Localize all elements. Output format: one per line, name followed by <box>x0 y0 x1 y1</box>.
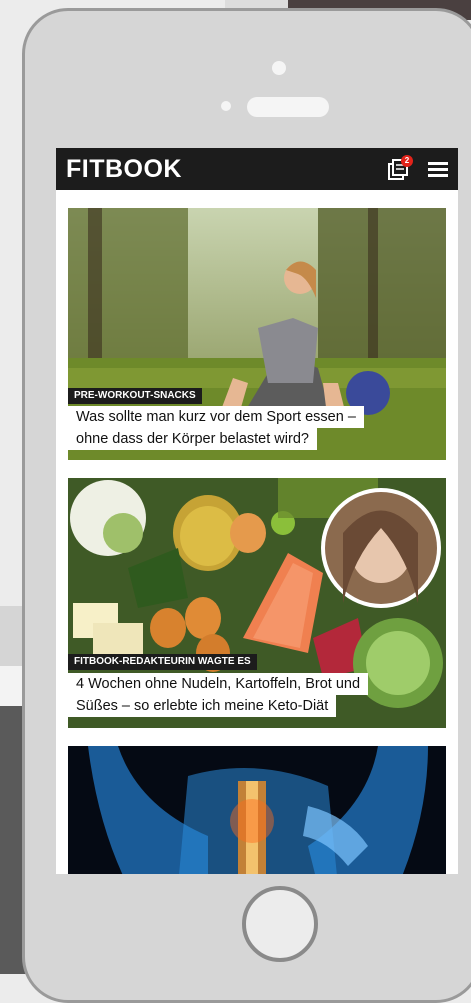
phone-screen: FITBOOK 2 PRE-WORKOUT-SNACKS Was sollte … <box>56 148 458 874</box>
article-card[interactable]: PRE-WORKOUT-SNACKS Was sollte man kurz v… <box>68 208 446 460</box>
notification-badge: 2 <box>401 155 413 167</box>
article-headline-line[interactable]: 4 Wochen ohne Nudeln, Kartoffeln, Brot u… <box>68 673 369 695</box>
app-header: FITBOOK 2 <box>56 148 458 190</box>
article-headline-line[interactable]: ohne dass der Körper belastet wird? <box>68 428 317 450</box>
front-sensor <box>272 61 286 75</box>
article-kicker: PRE-WORKOUT-SNACKS <box>68 388 202 404</box>
front-camera <box>221 101 231 111</box>
article-headline-line[interactable]: Süßes – so erlebte ich meine Keto-Diät <box>68 695 337 717</box>
fitbook-logo[interactable]: FITBOOK <box>66 155 182 184</box>
article-headline-line[interactable]: Was sollte man kurz vor dem Sport essen … <box>68 406 364 428</box>
article-card[interactable] <box>68 746 446 874</box>
article-kicker: FITBOOK-REDAKTEURIN WAGTE ES <box>68 654 257 670</box>
article-image-back-pain-xray <box>68 746 446 874</box>
hamburger-menu-icon[interactable] <box>428 161 448 177</box>
home-button[interactable] <box>242 886 318 962</box>
earpiece-speaker <box>247 97 329 117</box>
article-card[interactable]: FITBOOK-REDAKTEURIN WAGTE ES 4 Wochen oh… <box>68 478 446 728</box>
